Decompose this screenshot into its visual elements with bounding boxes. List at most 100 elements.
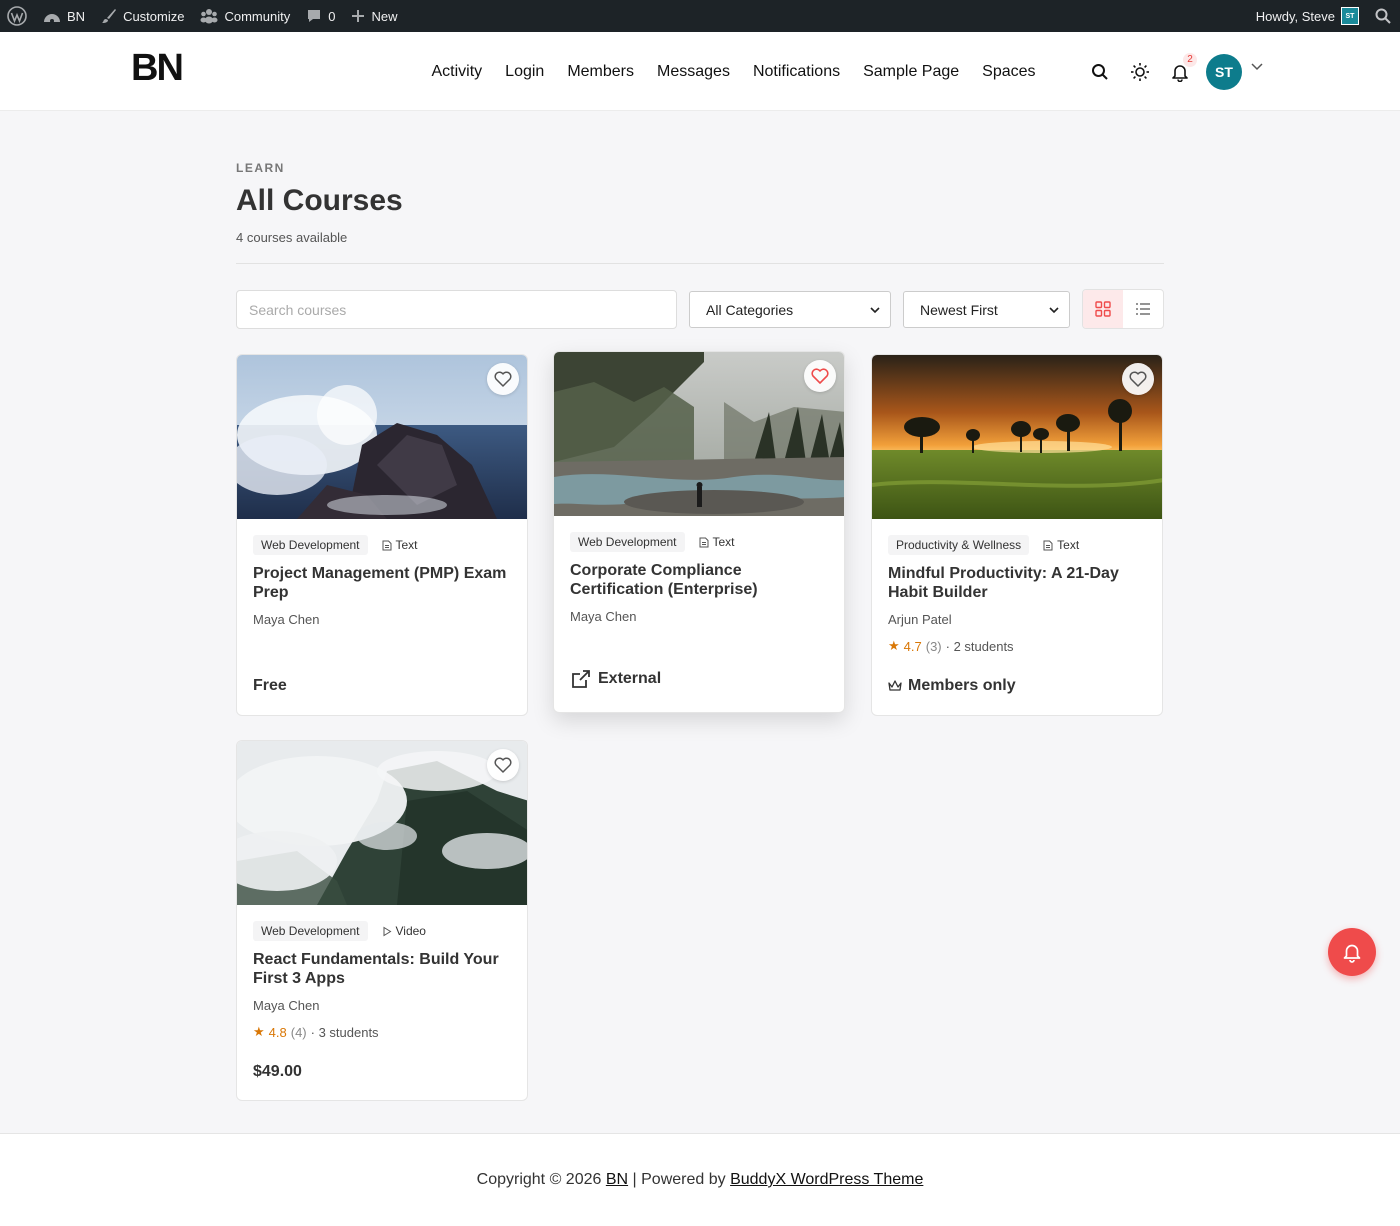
student-count: · 2 students [945, 638, 1014, 654]
howdy-label: Howdy, Steve [1255, 8, 1335, 24]
admin-bar-search-icon[interactable] [1367, 0, 1400, 32]
category-select[interactable]: All Categories [689, 291, 891, 328]
favorite-heart-icon[interactable] [1122, 363, 1154, 395]
course-card[interactable]: Web Development Text Corporate Complianc… [553, 351, 845, 713]
list-view-icon[interactable] [1123, 290, 1163, 328]
format-tag: Text [1037, 535, 1085, 555]
notification-badge: 2 [1183, 52, 1197, 67]
format-tag: Video [376, 921, 432, 941]
search-input[interactable] [236, 290, 677, 329]
chevron-down-icon [1049, 306, 1059, 313]
divider [236, 263, 1164, 264]
main-nav: Activity Login Members Messages Notifica… [420, 32, 1047, 111]
grid-view-icon[interactable] [1083, 290, 1123, 328]
course-price: External [570, 668, 661, 690]
admin-bar-customize[interactable]: Customize [93, 0, 192, 32]
format-label: Video [395, 924, 426, 938]
course-thumbnail[interactable] [554, 352, 844, 516]
course-price: $49.00 [253, 1063, 302, 1080]
star-icon: ★ [888, 638, 900, 653]
external-link-icon [572, 670, 590, 688]
course-price: Members only [888, 677, 1016, 695]
community-icon [200, 9, 218, 24]
nav-login[interactable]: Login [505, 63, 544, 81]
theme-toggle-sun-icon[interactable] [1128, 60, 1152, 84]
nav-messages[interactable]: Messages [657, 63, 730, 81]
course-title[interactable]: Mindful Productivity: A 21-Day Habit Bui… [888, 564, 1146, 602]
admin-avatar: ST [1341, 7, 1359, 25]
site-header: BN Activity Login Members Messages Notif… [0, 32, 1400, 111]
course-author[interactable]: Arjun Patel [888, 612, 1146, 627]
course-author[interactable]: Maya Chen [253, 612, 511, 627]
floating-bell-button[interactable] [1328, 928, 1376, 976]
admin-bar-community[interactable]: Community [192, 0, 298, 32]
category-tag: Web Development [253, 535, 368, 555]
chevron-down-icon [870, 306, 880, 313]
comment-icon [308, 10, 321, 22]
play-icon [383, 926, 391, 936]
site-footer: Copyright © 2026 BN | Powered by BuddyX … [0, 1133, 1400, 1226]
plus-icon [352, 10, 365, 22]
nav-notifications[interactable]: Notifications [753, 63, 840, 81]
favorite-heart-icon[interactable] [487, 363, 519, 395]
format-tag: Text [376, 535, 424, 555]
notifications-bell-icon[interactable]: 2 [1168, 52, 1197, 84]
favorite-heart-icon[interactable] [487, 749, 519, 781]
star-icon: ★ [253, 1024, 265, 1039]
admin-bar-account[interactable]: Howdy, Steve ST [1248, 0, 1367, 32]
course-thumbnail[interactable] [237, 355, 527, 519]
rating-count: (3) [925, 638, 942, 654]
admin-bar-new-label: New [371, 8, 398, 24]
user-avatar[interactable]: ST [1206, 53, 1242, 90]
course-title[interactable]: React Fundamentals: Build Your First 3 A… [253, 950, 511, 988]
course-price: Free [253, 677, 287, 694]
wordpress-logo-icon[interactable] [0, 0, 35, 32]
format-label: Text [1057, 538, 1080, 552]
footer-site-link[interactable]: BN [606, 1171, 628, 1189]
nav-members[interactable]: Members [567, 63, 634, 81]
rating-value: 4.8 [268, 1024, 287, 1040]
admin-bar-comments[interactable]: 0 [298, 0, 343, 32]
course-author[interactable]: Maya Chen [570, 609, 828, 624]
bell-icon [1343, 944, 1361, 963]
nav-activity[interactable]: Activity [432, 63, 483, 81]
footer-theme-link[interactable]: BuddyX WordPress Theme [730, 1171, 923, 1189]
nav-spaces[interactable]: Spaces [982, 63, 1035, 81]
admin-bar-new[interactable]: New [343, 0, 405, 32]
category-tag: Web Development [253, 921, 368, 941]
course-price-label: External [598, 670, 662, 687]
admin-bar-site[interactable]: BN [35, 0, 93, 32]
favorite-heart-icon[interactable] [804, 360, 836, 392]
brush-icon [102, 9, 117, 23]
format-tag: Text [693, 532, 741, 552]
course-count: 4 courses available [236, 230, 348, 245]
sort-select[interactable]: Newest First [903, 291, 1070, 328]
footer-separator: | Powered by [632, 1171, 726, 1188]
nav-sample-page[interactable]: Sample Page [863, 63, 959, 81]
course-rating: ★ 4.7 (3) · 2 students [888, 638, 1146, 654]
sort-select-value: Newest First [920, 301, 998, 318]
site-logo[interactable]: BN [131, 47, 184, 90]
header-search-icon[interactable] [1088, 60, 1112, 84]
course-card[interactable]: Web Development Video React Fundamentals… [236, 740, 528, 1101]
format-label: Text [395, 538, 418, 552]
document-icon [382, 540, 391, 550]
view-toggle [1082, 289, 1164, 329]
course-thumbnail[interactable] [237, 741, 527, 905]
document-icon [699, 537, 708, 547]
course-card[interactable]: Productivity & Wellness Text Mindful Pro… [871, 354, 1163, 716]
course-card[interactable]: Web Development Text Project Management … [236, 354, 528, 716]
course-thumbnail[interactable] [872, 355, 1162, 519]
chevron-down-icon[interactable] [1250, 59, 1264, 77]
course-price-label: Members only [908, 677, 1016, 694]
course-author[interactable]: Maya Chen [253, 998, 511, 1013]
rating-count: (4) [290, 1024, 307, 1040]
comments-count: 0 [328, 8, 336, 24]
student-count: · 3 students [310, 1024, 379, 1040]
course-title[interactable]: Project Management (PMP) Exam Prep [253, 564, 511, 602]
course-rating: ★ 4.8 (4) · 3 students [253, 1024, 511, 1040]
copyright-text: Copyright © 2026 [476, 1171, 602, 1188]
course-title[interactable]: Corporate Compliance Certification (Ente… [570, 561, 828, 599]
crown-icon [888, 680, 902, 691]
admin-bar: BN Customize Community 0 New Howdy, Stev… [0, 0, 1400, 32]
